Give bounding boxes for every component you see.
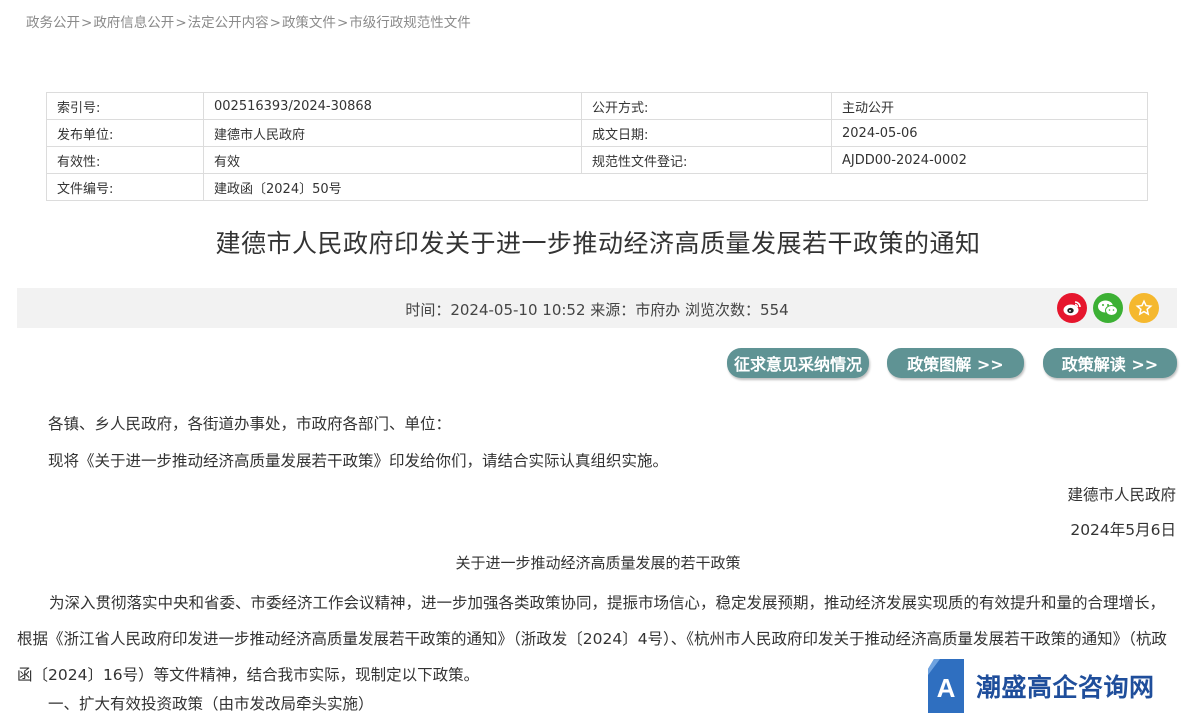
meta-key: 有效性: xyxy=(46,146,204,174)
feedback-adoption-button[interactable]: 征求意见采纳情况 xyxy=(727,348,869,378)
table-row: 文件编号: 建政函〔2024〕50号 xyxy=(46,173,1148,201)
document-meta-table: 索引号: 002516393/2024-30868 公开方式: 主动公开 发布单… xyxy=(46,92,1148,201)
meta-key: 文件编号: xyxy=(46,173,204,201)
breadcrumb-separator: > xyxy=(81,15,93,31)
meta-value: 002516393/2024-30868 xyxy=(203,92,582,120)
watermark-logo-icon: A xyxy=(928,659,964,713)
section-heading: 一、扩大有效投资政策（由市发改局牵头实施） xyxy=(48,695,374,713)
meta-key: 规范性文件登记: xyxy=(581,146,832,174)
meta-key: 成文日期: xyxy=(581,119,832,147)
breadcrumb-separator: > xyxy=(336,15,349,31)
info-bar: 时间：2024-05-10 10:52 来源：市府办 浏览次数：554 xyxy=(17,288,1177,328)
favorite-button[interactable] xyxy=(1129,293,1159,323)
breadcrumb-item-4[interactable]: 市级行政规范性文件 xyxy=(349,15,471,31)
wechat-share-button[interactable] xyxy=(1093,293,1123,323)
meta-key: 发布单位: xyxy=(46,119,204,147)
meta-value: 2024-05-06 xyxy=(831,119,1148,147)
weibo-share-button[interactable] xyxy=(1057,293,1087,323)
wechat-icon xyxy=(1098,300,1118,316)
policy-graphic-button[interactable]: 政策图解 >> xyxy=(887,348,1024,378)
breadcrumb: 政务公开>政府信息公开>法定公开内容>政策文件>市级行政规范性文件 xyxy=(26,11,471,31)
meta-value: 建政函〔2024〕50号 xyxy=(203,173,1148,201)
salutation: 各镇、乡人民政府，各街道办事处，市政府各部门、单位： xyxy=(48,415,452,433)
notice-line: 现将《关于进一步推动经济高质量发展若干政策》印发给你们，请结合实际认真组织实施。 xyxy=(48,452,669,470)
policy-subtitle: 关于进一步推动经济高质量发展的若干政策 xyxy=(455,554,741,572)
policy-interpretation-button[interactable]: 政策解读 >> xyxy=(1043,348,1177,378)
meta-key: 公开方式: xyxy=(581,92,832,120)
watermark: A 潮盛高企咨询网 xyxy=(926,657,1155,715)
meta-value: 建德市人民政府 xyxy=(203,119,582,147)
table-row: 发布单位: 建德市人民政府 成文日期: 2024-05-06 xyxy=(46,119,1148,147)
breadcrumb-separator: > xyxy=(175,15,187,31)
star-icon xyxy=(1135,299,1153,316)
breadcrumb-item-1[interactable]: 政府信息公开 xyxy=(93,15,174,31)
publish-info: 时间：2024-05-10 10:52 来源：市府办 浏览次数：554 xyxy=(405,301,789,319)
breadcrumb-item-0[interactable]: 政务公开 xyxy=(26,15,80,31)
weibo-icon xyxy=(1063,301,1081,316)
page-title: 建德市人民政府印发关于进一步推动经济高质量发展若干政策的通知 xyxy=(215,229,981,258)
meta-value: AJDD00-2024-0002 xyxy=(831,146,1148,174)
table-row: 有效性: 有效 规范性文件登记: AJDD00-2024-0002 xyxy=(46,146,1148,174)
breadcrumb-item-3[interactable]: 政策文件 xyxy=(282,15,336,31)
meta-value: 主动公开 xyxy=(831,92,1148,120)
signature-organization: 建德市人民政府 xyxy=(1067,486,1176,504)
signature-date: 2024年5月6日 xyxy=(1070,521,1176,539)
meta-value: 有效 xyxy=(203,146,582,174)
breadcrumb-separator: > xyxy=(269,15,281,31)
table-row: 索引号: 002516393/2024-30868 公开方式: 主动公开 xyxy=(46,92,1148,120)
meta-key: 索引号: xyxy=(46,92,204,120)
watermark-text: 潮盛高企咨询网 xyxy=(976,673,1155,702)
breadcrumb-item-2[interactable]: 法定公开内容 xyxy=(188,15,269,31)
svg-text:A: A xyxy=(937,673,956,703)
